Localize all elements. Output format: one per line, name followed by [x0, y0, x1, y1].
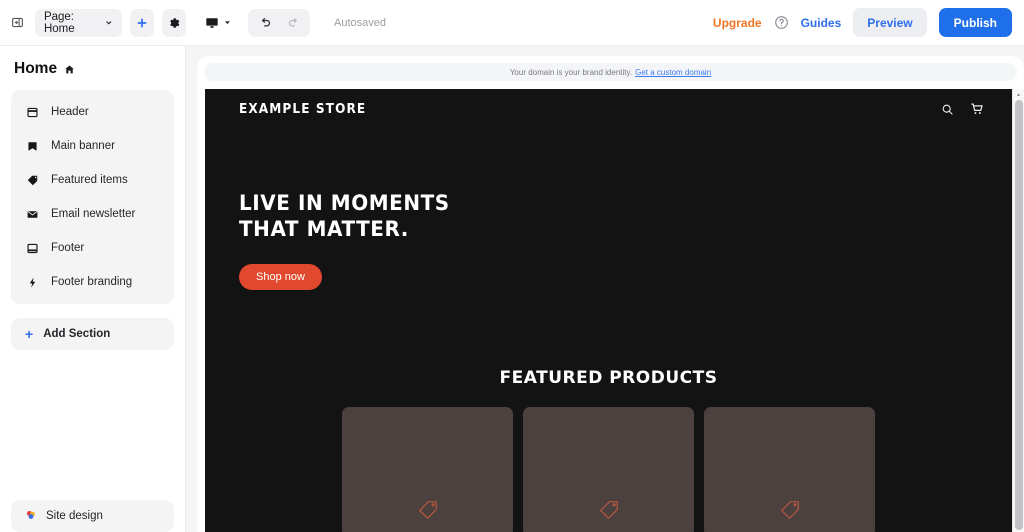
product-card[interactable]: [342, 407, 513, 532]
add-section-label: Add Section: [43, 328, 111, 340]
product-card[interactable]: [704, 407, 875, 532]
help-circle-icon: [774, 16, 788, 29]
site-design-label: Site design: [46, 510, 103, 522]
domain-banner-text: Your domain is your brand identity.: [509, 67, 633, 77]
header-layout-icon: [25, 105, 39, 119]
page-settings-button[interactable]: [161, 8, 186, 37]
site-preview[interactable]: EXAMPLE STORE LIVE IN MOMENTS THAT MATTE…: [205, 89, 1012, 532]
lightning-bolt-icon: [25, 275, 39, 289]
sidebar-item-label: Email newsletter: [51, 208, 136, 220]
sidebar-item-featured-items[interactable]: Featured items: [11, 163, 174, 197]
sidebar-item-footer-branding[interactable]: Footer branding: [11, 265, 174, 299]
sidebar-item-label: Main banner: [51, 140, 115, 152]
banner-icon: [25, 139, 39, 153]
domain-banner: Your domain is your brand identity. Get …: [204, 63, 1017, 81]
guides-link[interactable]: Guides: [801, 16, 842, 30]
device-preview-selector[interactable]: [198, 8, 238, 37]
collapse-sidebar-icon: [12, 17, 23, 28]
site-design-button[interactable]: Site design: [11, 500, 174, 532]
canvas-panel: Your domain is your brand identity. Get …: [197, 56, 1024, 532]
sidebar: Home Header Main banner Featured items E…: [0, 46, 186, 532]
hero-section: LIVE IN MOMENTS THAT MATTER. Shop now: [205, 129, 1012, 291]
undo-redo-group: [248, 8, 310, 37]
undo-arrow-icon: [261, 18, 270, 27]
chevron-down-icon: [106, 21, 112, 25]
shopping-cart-icon[interactable]: [970, 102, 984, 116]
redo-button[interactable]: [280, 11, 306, 35]
hero-headline-line1: LIVE IN MOMENTS: [239, 191, 450, 215]
featured-products-grid: [205, 407, 1012, 532]
featured-products-title: FEATURED PRODUCTS: [499, 368, 718, 389]
upgrade-link[interactable]: Upgrade: [713, 16, 762, 30]
sidebar-item-label: Footer: [51, 242, 85, 254]
scroll-up-button[interactable]: ▴: [1017, 89, 1020, 100]
tag-icon: [417, 499, 439, 521]
toolbar-right-group: Upgrade Guides Preview Publish: [713, 8, 1012, 37]
plus-icon: +: [25, 326, 34, 342]
add-section-button[interactable]: + Add Section: [11, 318, 174, 350]
add-page-button[interactable]: [129, 8, 154, 37]
shop-now-button[interactable]: Shop now: [239, 264, 322, 291]
collapse-sidebar-button[interactable]: [8, 12, 27, 34]
tag-icon: [25, 173, 39, 187]
autosave-status: Autosaved: [334, 16, 386, 29]
toolbar-left-group: Page: Home: [8, 8, 186, 37]
page-selector-label: Page: Home: [43, 10, 75, 35]
page-selector[interactable]: Page: Home: [34, 8, 122, 37]
sidebar-item-label: Header: [51, 106, 89, 118]
canvas-scrollbar[interactable]: ▴: [1012, 89, 1024, 532]
toolbar-middle-group: Autosaved: [198, 8, 386, 37]
product-card[interactable]: [523, 407, 694, 532]
chevron-down-icon: [225, 21, 230, 25]
desktop-icon: [206, 17, 218, 28]
page-title-label: Home: [14, 60, 58, 77]
get-custom-domain-link[interactable]: Get a custom domain: [635, 68, 711, 77]
palette-icon: [25, 509, 37, 524]
search-icon[interactable]: [941, 103, 954, 116]
redo-arrow-icon: [288, 18, 297, 27]
hero-headline: LIVE IN MOMENTS THAT MATTER.: [239, 191, 973, 242]
tag-icon: [779, 499, 801, 521]
page-title: Home: [0, 46, 185, 88]
undo-button[interactable]: [252, 11, 278, 35]
tag-icon: [598, 499, 620, 521]
hero-headline-line2: THAT MATTER.: [239, 216, 409, 241]
canvas-area: Your domain is your brand identity. Get …: [186, 46, 1024, 532]
scrollbar-thumb[interactable]: [1014, 100, 1023, 530]
home-icon: [65, 65, 74, 73]
sidebar-item-label: Footer branding: [51, 276, 133, 288]
main-area: Home Header Main banner Featured items E…: [0, 46, 1024, 532]
sidebar-item-email-newsletter[interactable]: Email newsletter: [11, 197, 174, 231]
sidebar-item-header[interactable]: Header: [11, 95, 174, 129]
top-toolbar: Page: Home Autosaved Upgrade Guides Prev…: [0, 0, 1024, 46]
gear-icon: [170, 17, 180, 28]
plus-icon: [137, 18, 147, 27]
sections-list: Header Main banner Featured items Email …: [11, 90, 174, 304]
site-logo[interactable]: EXAMPLE STORE: [239, 102, 366, 117]
sidebar-footer: Site design: [0, 500, 185, 532]
envelope-icon: [25, 207, 39, 221]
sidebar-item-label: Featured items: [51, 174, 128, 186]
site-header-icons: [941, 102, 984, 116]
footer-layout-icon: [25, 241, 39, 255]
sidebar-item-footer[interactable]: Footer: [11, 231, 174, 265]
help-button[interactable]: [774, 15, 789, 30]
site-header: EXAMPLE STORE: [205, 89, 1012, 129]
sidebar-item-main-banner[interactable]: Main banner: [11, 129, 174, 163]
preview-button[interactable]: Preview: [853, 8, 927, 37]
publish-button[interactable]: Publish: [938, 8, 1012, 37]
